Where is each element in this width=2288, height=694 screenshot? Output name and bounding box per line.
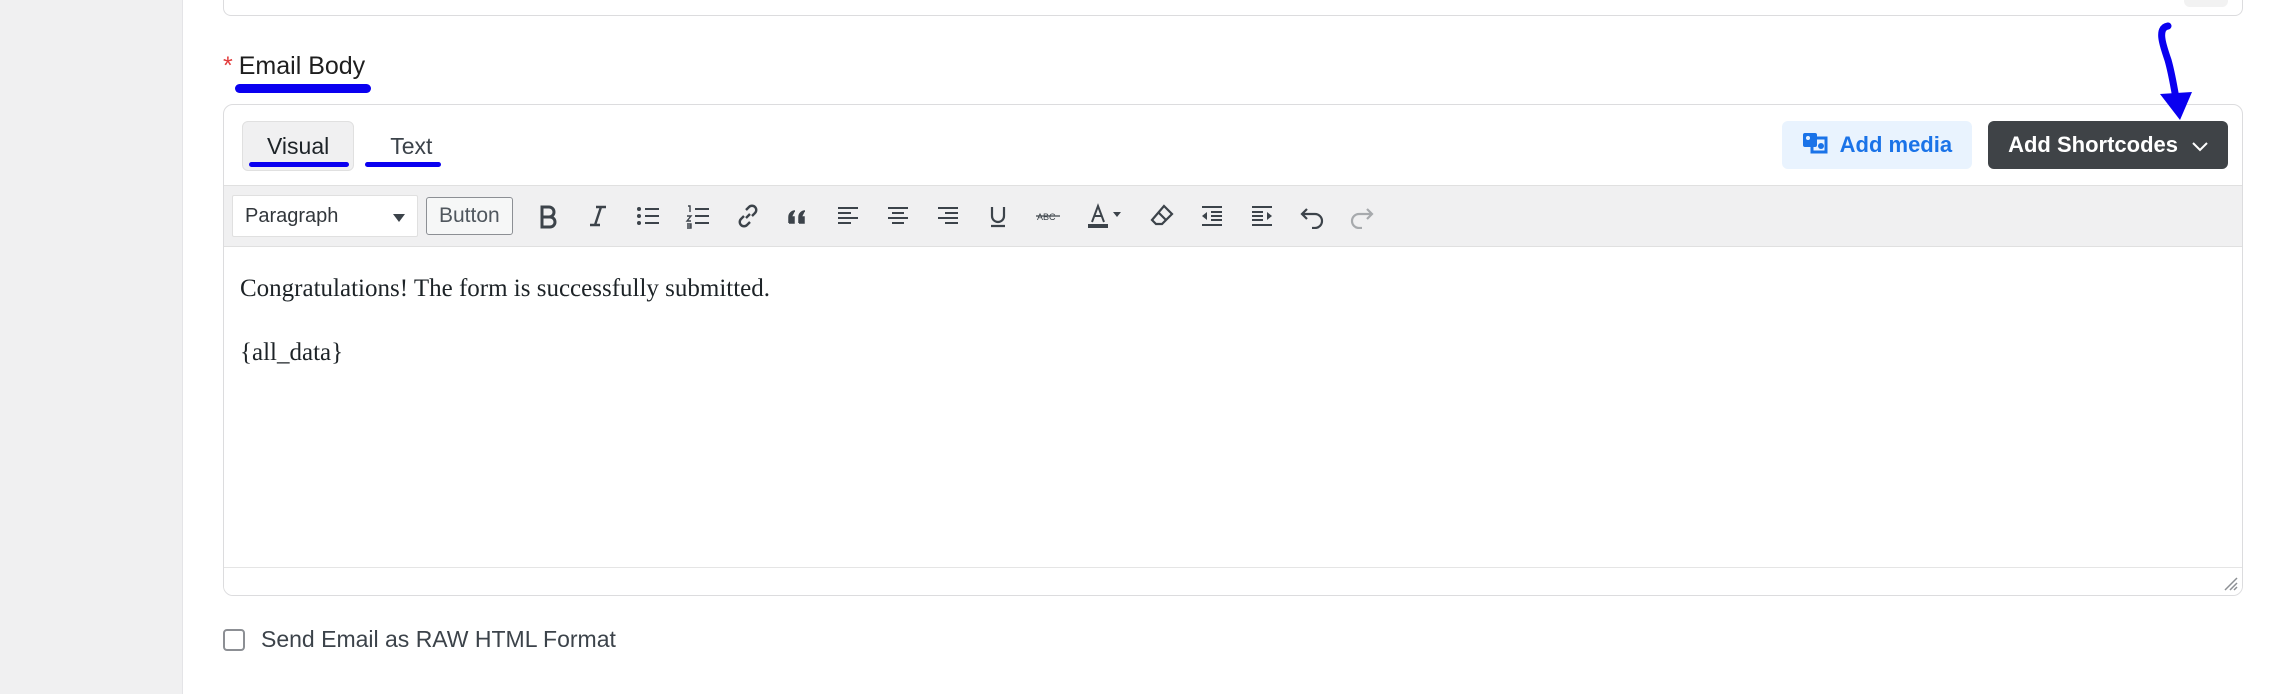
email-body-editor: Visual Text Add media Add Shortcodes Par… bbox=[223, 104, 2243, 596]
italic-icon[interactable] bbox=[577, 195, 619, 237]
field-label-text: Email Body bbox=[238, 52, 366, 80]
content-paragraph: Congratulations! The form is successfull… bbox=[240, 275, 771, 302]
format-select[interactable]: Paragraph bbox=[232, 195, 418, 237]
underline-icon[interactable] bbox=[977, 195, 1019, 237]
media-icon bbox=[1802, 129, 1828, 161]
chevron-down-icon bbox=[2192, 132, 2208, 158]
editor-content-area[interactable]: Congratulations! The form is successfull… bbox=[240, 271, 2226, 399]
indent-icon[interactable] bbox=[1241, 195, 1283, 237]
scroll-handle[interactable] bbox=[2184, 0, 2228, 7]
raw-html-option: Send Email as RAW HTML Format bbox=[223, 626, 616, 653]
clear-formatting-icon[interactable] bbox=[1141, 195, 1183, 237]
align-left-icon[interactable] bbox=[827, 195, 869, 237]
dropdown-triangle-icon bbox=[393, 205, 405, 228]
link-icon[interactable] bbox=[727, 195, 769, 237]
annotation-arrow-icon bbox=[2158, 22, 2192, 120]
annotation-underline-text-tab bbox=[365, 162, 441, 167]
add-shortcodes-label: Add Shortcodes bbox=[2008, 132, 2178, 157]
required-mark: * bbox=[223, 52, 233, 80]
outdent-icon[interactable] bbox=[1191, 195, 1233, 237]
align-center-icon[interactable] bbox=[877, 195, 919, 237]
annotation-underline-visual-tab bbox=[249, 162, 349, 167]
add-media-button[interactable]: Add media bbox=[1781, 121, 1973, 169]
editor-actions: Add media Add Shortcodes bbox=[1781, 121, 2228, 169]
bullet-list-icon[interactable] bbox=[627, 195, 669, 237]
svg-text:ABC: ABC bbox=[1037, 212, 1056, 222]
field-label: * Email Body bbox=[223, 52, 365, 81]
raw-html-label: Send Email as RAW HTML Format bbox=[261, 626, 616, 652]
numbered-list-icon[interactable] bbox=[677, 195, 719, 237]
blockquote-icon[interactable] bbox=[777, 195, 819, 237]
insert-button-button[interactable]: Button bbox=[426, 197, 513, 235]
redo-icon[interactable] bbox=[1341, 195, 1383, 237]
editor-status-bar bbox=[224, 567, 2242, 595]
bold-icon[interactable] bbox=[527, 195, 569, 237]
format-select-value: Paragraph bbox=[245, 204, 339, 227]
strikethrough-icon[interactable]: ABC bbox=[1027, 195, 1069, 237]
previous-field-box bbox=[223, 0, 2243, 16]
undo-icon[interactable] bbox=[1291, 195, 1333, 237]
formatting-toolbar: Paragraph Button ABC bbox=[224, 185, 2242, 247]
add-shortcodes-button[interactable]: Add Shortcodes bbox=[1988, 121, 2228, 169]
align-right-icon[interactable] bbox=[927, 195, 969, 237]
resize-handle-icon[interactable] bbox=[2222, 575, 2238, 591]
raw-html-checkbox[interactable] bbox=[223, 628, 245, 651]
add-media-label: Add media bbox=[1839, 132, 1953, 157]
text-color-icon[interactable] bbox=[1077, 195, 1133, 237]
annotation-underline-label bbox=[235, 84, 371, 93]
content-paragraph: {all_data} bbox=[240, 339, 344, 366]
settings-panel: * Email Body Visual Text Add media Add S… bbox=[182, 0, 2288, 694]
